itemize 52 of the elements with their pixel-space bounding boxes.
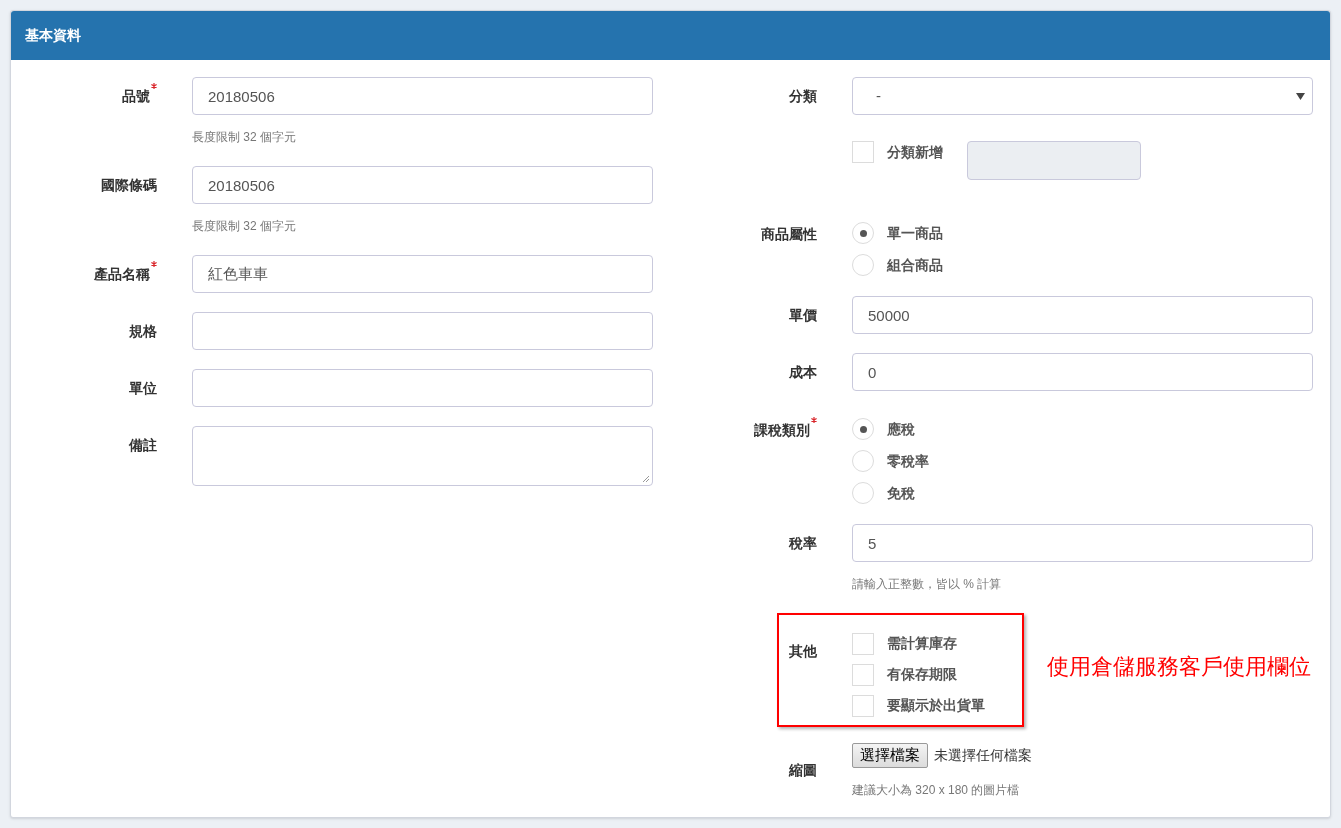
radio-button[interactable]: [852, 418, 874, 440]
radio-button[interactable]: [852, 450, 874, 472]
radio-label: 組合商品: [887, 255, 943, 275]
text-input[interactable]: [192, 369, 653, 407]
field-label: 成本: [789, 363, 817, 382]
help-text: 建議大小為 320 x 180 的圖片檔: [852, 783, 1020, 797]
field-label: 單位: [129, 379, 157, 398]
radio-button[interactable]: [852, 254, 874, 276]
checkbox[interactable]: [852, 632, 874, 655]
field-label: 課稅類別: [754, 421, 810, 440]
radio-label: 單一商品: [887, 223, 943, 243]
field-label: 國際條碼: [101, 176, 157, 195]
text-input[interactable]: 0: [852, 353, 1313, 391]
dropdown[interactable]: -: [852, 77, 1313, 115]
radio-label: 零稅率: [887, 451, 929, 471]
radio-button[interactable]: [852, 482, 874, 504]
resize-handle-icon: [642, 475, 650, 483]
checkbox-label: 有保存期限: [887, 665, 957, 684]
annotation-text: 使用倉儲服務客戶使用欄位: [1047, 654, 1311, 680]
text-input[interactable]: 50000: [852, 296, 1313, 334]
checkbox[interactable]: [852, 663, 874, 686]
text-input[interactable]: 20180506: [192, 77, 653, 115]
caret-icon: [1296, 92, 1305, 100]
radio-label: 免稅: [887, 483, 915, 503]
field-label: 品號: [122, 87, 150, 106]
text-input[interactable]: [192, 312, 653, 350]
field-label: 規格: [129, 322, 157, 341]
file-status-text: 未選擇任何檔案: [934, 746, 1032, 765]
radio-button[interactable]: [852, 222, 874, 244]
field-label: 備註: [129, 436, 157, 455]
text-input[interactable]: 紅色車車: [192, 255, 653, 293]
checkbox-label: 要顯示於出貨單: [887, 696, 985, 715]
radio-label: 應稅: [887, 419, 915, 439]
checkbox[interactable]: [852, 141, 874, 163]
checkbox-label: 需計算庫存: [887, 634, 957, 653]
file-choose-button[interactable]: 選擇檔案: [852, 743, 928, 768]
field-label: 縮圖: [789, 761, 817, 780]
field-label: 產品名稱: [94, 265, 150, 284]
field-label: 分類: [789, 87, 817, 106]
field-label: 單價: [789, 306, 817, 325]
help-text: 長度限制 32 個字元: [192, 130, 296, 144]
text-input[interactable]: 20180506: [192, 166, 653, 204]
textarea-field[interactable]: [192, 426, 653, 486]
field-label: 其他: [789, 642, 817, 661]
panel-title: 基本資料: [25, 26, 81, 45]
field-label: 稅率: [789, 534, 817, 553]
checkbox[interactable]: [852, 694, 874, 717]
field-label: 商品屬性: [761, 225, 817, 244]
text-input[interactable]: 5: [852, 524, 1313, 562]
checkbox-label: 分類新增: [887, 143, 943, 162]
help-text: 請輸入正整數，皆以 % 計算: [852, 577, 1002, 591]
help-text: 長度限制 32 個字元: [192, 219, 296, 233]
